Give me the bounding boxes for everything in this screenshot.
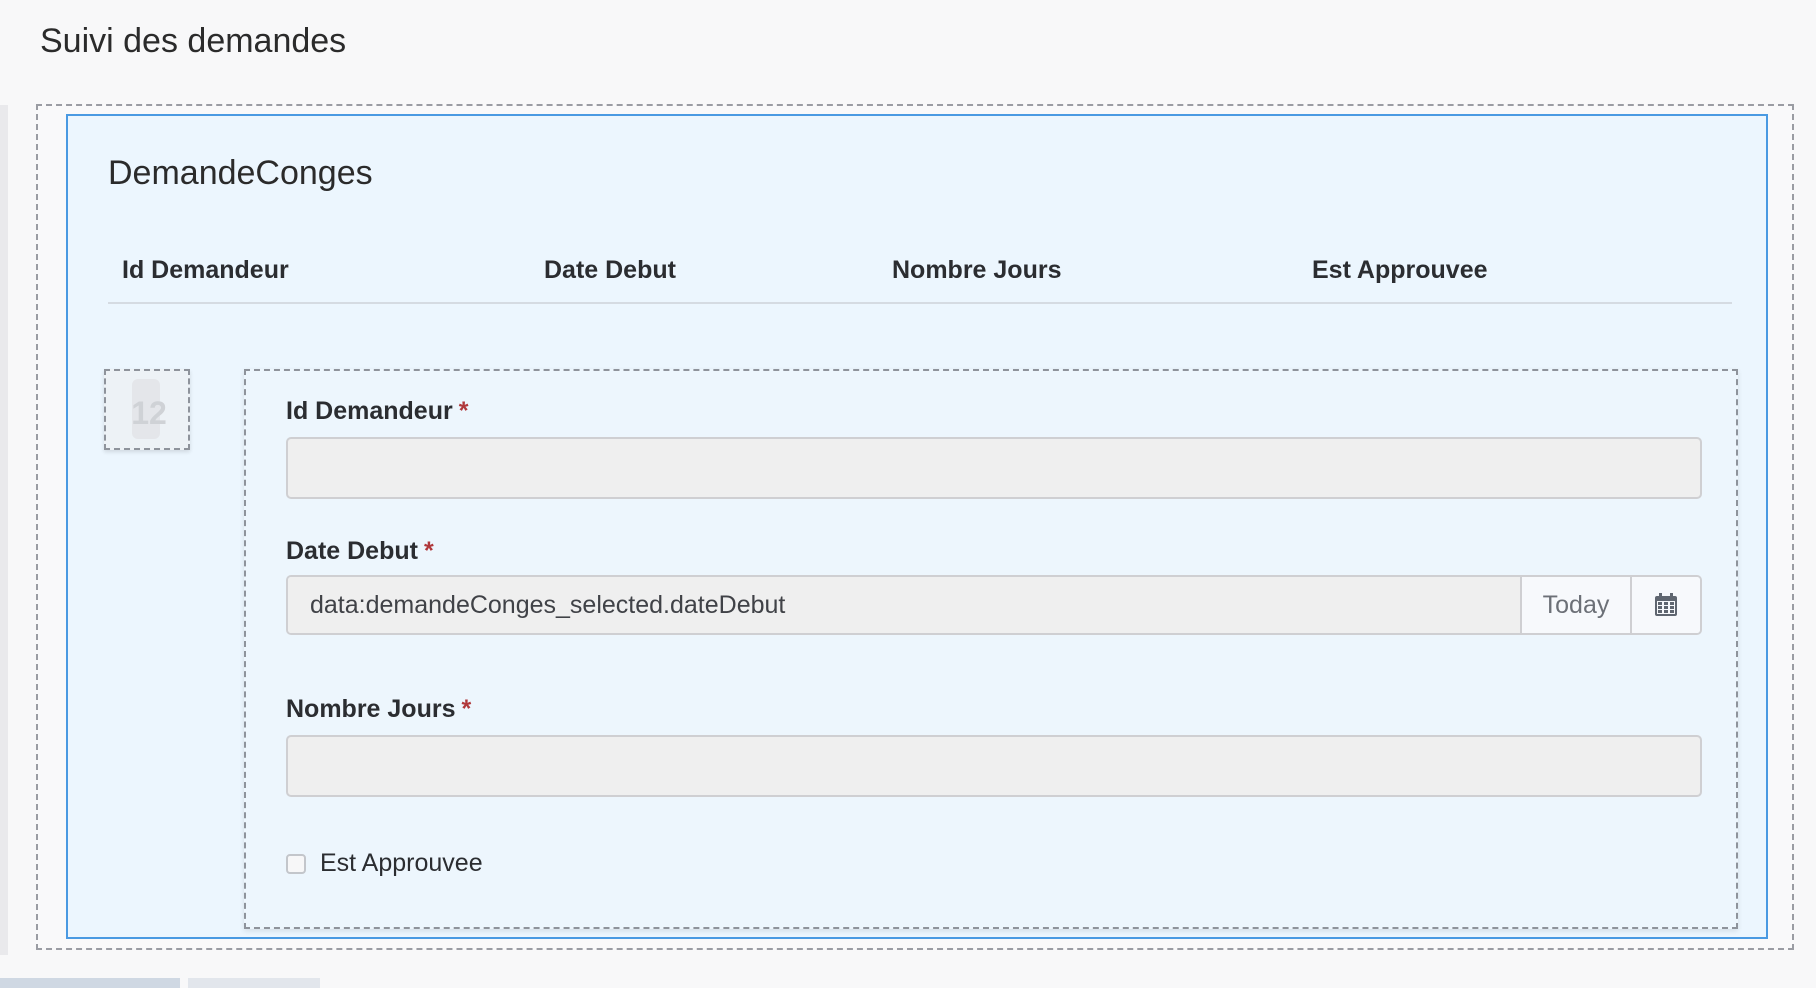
record-form: Id Demandeur* Date Debut* Today xyxy=(244,369,1738,929)
est-approuvee-checkbox[interactable] xyxy=(286,853,306,874)
id-demandeur-label-text: Id Demandeur xyxy=(286,397,453,425)
calendar-icon xyxy=(1655,593,1677,616)
required-marker: * xyxy=(461,695,472,723)
row-number: 12 xyxy=(131,395,167,431)
bottom-tab[interactable] xyxy=(0,978,180,988)
today-button[interactable]: Today xyxy=(1520,577,1630,633)
calendar-button[interactable] xyxy=(1630,577,1700,633)
required-marker: * xyxy=(423,537,434,565)
panel-title: DemandeConges xyxy=(108,154,373,192)
est-approuvee-label: Est Approuvee xyxy=(320,849,483,877)
table-header-row: Id Demandeur Date Debut Nombre Jours Est… xyxy=(108,256,1732,304)
nombre-jours-label: Nombre Jours * xyxy=(286,695,471,724)
row-number-box[interactable]: 12 xyxy=(104,369,190,450)
date-debut-field: Today xyxy=(286,575,1702,635)
id-demandeur-label: Id Demandeur * xyxy=(286,397,468,426)
left-edge-strip xyxy=(0,105,8,955)
nombre-jours-input[interactable] xyxy=(286,735,1702,797)
date-debut-label: Date Debut * xyxy=(286,537,434,566)
date-debut-input[interactable] xyxy=(288,577,1520,633)
date-debut-label-text: Date Debut xyxy=(286,537,418,565)
column-header-est-approuvee: Est Approuvee xyxy=(1312,256,1488,284)
id-demandeur-input[interactable] xyxy=(286,437,1702,499)
column-header-date-debut: Date Debut xyxy=(544,256,676,284)
column-header-nombre-jours: Nombre Jours xyxy=(892,256,1062,284)
required-marker: * xyxy=(458,397,469,425)
est-approuvee-row: Est Approuvee xyxy=(286,849,483,878)
bottom-tab[interactable] xyxy=(188,978,320,988)
column-header-id-demandeur: Id Demandeur xyxy=(122,256,289,284)
nombre-jours-label-text: Nombre Jours xyxy=(286,695,456,723)
page-title: Suivi des demandes xyxy=(40,22,347,60)
demande-conges-panel: DemandeConges Id Demandeur Date Debut No… xyxy=(66,114,1768,939)
